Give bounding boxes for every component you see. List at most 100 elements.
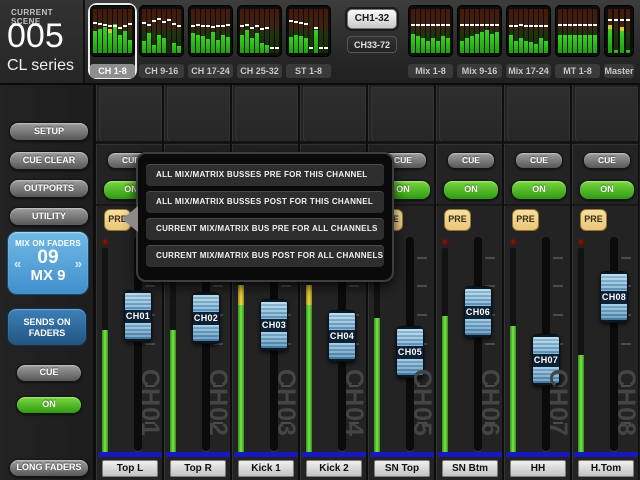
meter-bar <box>614 9 618 53</box>
sends-on-faders-button[interactable]: SENDS ON FADERS <box>7 308 87 346</box>
popup-item-4[interactable]: CURRENT MIX/MATRIX BUS POST FOR ALL CHAN… <box>146 245 384 267</box>
meter-bar <box>294 9 298 53</box>
on-button[interactable]: ON <box>443 180 499 200</box>
sidebar-on-button[interactable]: ON <box>16 396 82 414</box>
meter-bar <box>216 9 220 53</box>
channel-color-bar <box>98 452 162 457</box>
mix-on-faders-panel[interactable]: MIX ON FADERS 09 MX 9 « » <box>7 231 89 295</box>
meter-bar <box>260 9 264 53</box>
meter-bar <box>103 9 107 53</box>
utility-button[interactable]: UTILITY <box>9 207 89 226</box>
pre-button[interactable]: PRE <box>580 209 607 231</box>
meter-block-ch-1-8[interactable]: CH 1-8 <box>90 5 135 77</box>
fader-cap[interactable]: CH02 <box>192 292 220 344</box>
fader-cap[interactable]: CH06 <box>464 286 492 338</box>
meter-block-ch-25-32[interactable]: CH 25-32 <box>237 5 282 77</box>
channel-name-label[interactable]: Top R <box>170 460 226 477</box>
bank-button-ch33-72[interactable]: CH33-72 <box>347 36 397 53</box>
meter-block-master[interactable]: Master <box>604 5 640 77</box>
channel-name-label[interactable]: SN Top <box>374 460 430 477</box>
pre-button[interactable]: PRE <box>512 209 539 231</box>
setup-button[interactable]: SETUP <box>9 122 89 141</box>
fader-cap[interactable]: CH03 <box>260 299 288 351</box>
meter-block-label: CH 1-8 <box>90 64 135 78</box>
fader-cap-label: CH04 <box>329 330 355 343</box>
channel-watermark: CH07 <box>546 357 570 449</box>
meter-bars <box>286 5 331 57</box>
channel-strip-ch02: CUEONPRECH02CH02Top R <box>163 85 231 480</box>
meter-bar <box>620 9 624 53</box>
meter-block-mix-1-8[interactable]: Mix 1-8 <box>408 5 453 77</box>
meter-block-mix-9-16[interactable]: Mix 9-16 <box>457 5 502 77</box>
stagemix-app: CURRENT SCENE 005 CL series CH 1-8 CH 9-1… <box>0 0 640 480</box>
meter-bar <box>128 9 132 53</box>
fader-cap-label: CH08 <box>601 291 627 304</box>
meter-bar <box>446 9 450 53</box>
sidebar: SETUP CUE CLEAR OUTPORTS UTILITY MIX ON … <box>0 85 95 480</box>
fader-scale-tick <box>621 257 631 259</box>
fader-cap[interactable]: CH01 <box>124 290 152 342</box>
meter-bar <box>588 9 592 53</box>
channel-name-label[interactable]: Top L <box>102 460 158 477</box>
fader-cap[interactable]: CH08 <box>600 271 628 323</box>
next-mix-bus-icon[interactable]: » <box>75 256 82 271</box>
meter-bar <box>191 9 195 53</box>
meter-bar <box>324 9 328 53</box>
cue-button[interactable]: CUE <box>447 152 495 169</box>
channel-name-label[interactable]: Kick 1 <box>238 460 294 477</box>
meter-bar <box>411 9 415 53</box>
channel-strip-ch01: CUEONPRECH01CH01Top L <box>95 85 163 480</box>
meter-bar <box>416 9 420 53</box>
popup-item-2[interactable]: ALL MIX/MATRIX BUSSES POST FOR THIS CHAN… <box>146 191 384 213</box>
channel-name-label[interactable]: Kick 2 <box>306 460 362 477</box>
on-button[interactable]: ON <box>579 180 635 200</box>
fader-scale-tick <box>213 285 223 287</box>
scene-panel[interactable]: CURRENT SCENE 005 CL series <box>0 0 85 83</box>
bank-button-ch1-32[interactable]: CH1-32 <box>347 9 397 29</box>
channel-meter <box>510 248 516 453</box>
meter-bar <box>118 9 122 53</box>
meter-bar <box>113 9 117 53</box>
strip-groove <box>300 141 366 145</box>
popup-item-3[interactable]: CURRENT MIX/MATRIX BUS PRE FOR ALL CHANN… <box>146 218 384 240</box>
on-button[interactable]: ON <box>511 180 567 200</box>
pre-button[interactable]: PRE <box>444 209 471 231</box>
channel-name-label[interactable]: SN Btm <box>442 460 498 477</box>
cue-button[interactable]: CUE <box>583 152 631 169</box>
meter-bar <box>514 9 518 53</box>
meter-bar <box>524 9 528 53</box>
channel-name-label[interactable]: HH <box>510 460 566 477</box>
fader-cap[interactable]: CH04 <box>328 310 356 362</box>
strip-divider <box>572 204 638 206</box>
meter-bars <box>237 5 282 57</box>
meter-block-st-1-8[interactable]: ST 1-8 <box>286 5 331 77</box>
strip-display-panel <box>439 87 502 143</box>
meter-bar <box>441 9 445 53</box>
channel-name-label[interactable]: H.Tom <box>578 460 634 477</box>
popup-item-1[interactable]: ALL MIX/MATRIX BUSSES PRE FOR THIS CHANN… <box>146 164 384 186</box>
channel-meter <box>442 248 448 453</box>
channel-watermark: CH06 <box>478 357 502 449</box>
meter-block-ch-17-24[interactable]: CH 17-24 <box>188 5 233 77</box>
meter-bar <box>608 9 612 53</box>
long-faders-button[interactable]: LONG FADERS <box>9 459 89 477</box>
prev-mix-bus-icon[interactable]: « <box>14 256 21 271</box>
cue-clear-button[interactable]: CUE CLEAR <box>9 151 89 170</box>
channel-watermark: CH01 <box>138 357 162 449</box>
strip-display-panel <box>575 87 638 143</box>
meter-bar <box>539 9 543 53</box>
meter-block-mix-17-24[interactable]: Mix 17-24 <box>506 5 551 77</box>
meter-bar <box>123 9 127 53</box>
meter-bar <box>563 9 567 53</box>
meter-bar <box>568 9 572 53</box>
meter-bar <box>245 9 249 53</box>
meter-block-ch-9-16[interactable]: CH 9-16 <box>139 5 184 77</box>
meter-bar <box>275 9 279 53</box>
outports-button[interactable]: OUTPORTS <box>9 179 89 198</box>
strip-groove <box>368 141 434 145</box>
strip-display-panel <box>303 87 366 143</box>
sidebar-cue-button[interactable]: CUE <box>16 364 82 382</box>
meter-block-mt-1-8[interactable]: MT 1-8 <box>555 5 600 77</box>
fader-scale-tick <box>621 343 631 345</box>
cue-button[interactable]: CUE <box>515 152 563 169</box>
